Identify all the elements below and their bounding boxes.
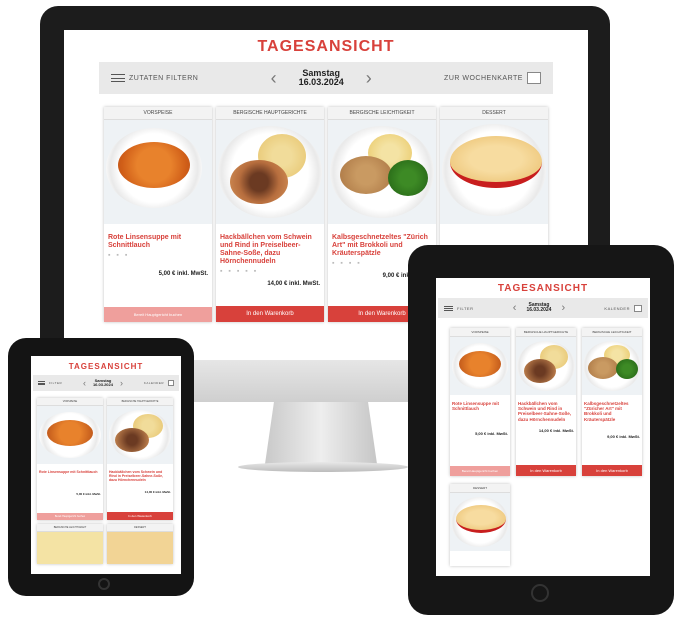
calendar-icon [526,72,541,84]
filter-label: FILTER [49,381,63,385]
dish-name: Hackbällchen vom Schwein und Rind in Pre… [109,470,164,483]
dish-image [440,120,548,224]
date-display: Samstag 16.03.2024 [298,68,344,88]
dish-image [37,406,103,464]
dish-image [107,406,173,464]
filter-icon [38,381,45,385]
filter-button[interactable]: FILTER [38,381,62,385]
prev-day-button[interactable]: ‹ [513,302,517,314]
dish-price: 14,00 € inkl. MwSt. [267,281,320,288]
next-day-button[interactable]: › [120,378,123,388]
date-value: 16.03.2024 [526,307,552,313]
date-value: 16.03.2024 [92,382,113,387]
allergen-icons: ▪ ▪ ▪ ▪ ▪ [220,268,259,276]
calendar-label: KALENDER [604,305,630,311]
dish-category: VORSPEISE [450,328,510,337]
dish-category: DESSERT [450,484,510,493]
dish-category: BERGISCHE HAUPTGERICHTE [216,107,324,120]
dish-category: DESSERT [107,524,173,532]
dish-name: Hackbällchen vom Schwein und Rind in Pre… [518,401,572,422]
dish-card: BERGISCHE HAUPTGERICHTE Hackbällchen vom… [216,107,324,322]
filter-bar: FILTER ‹ Samstag 16.03.2024 › KALENDER [33,375,179,391]
add-to-cart-button[interactable]: In den Warenkorb [582,465,642,476]
dish-card: BERGISCHE LEICHTIGKEIT [37,524,103,564]
date-display: Samstag 16.03.2024 [92,378,113,387]
filter-icon [111,74,125,82]
dish-image [450,493,510,551]
filter-button[interactable]: FILTER [444,305,474,311]
filter-label: FILTER [457,305,474,311]
prev-day-button[interactable]: ‹ [271,68,277,89]
dish-image [104,120,212,224]
add-to-cart-button[interactable]: In den Warenkorb [516,465,576,476]
dish-price: 9,00 € inkl. MwSt. [607,433,640,439]
page-title: TAGESANSICHT [257,38,395,55]
page-title: TAGESANSICHT [497,283,589,294]
dish-category: BERGISCHE LEICHTIGKEIT [328,107,436,120]
dish-card: VORSPEISE Rote Linsensuppe mit Schnittla… [104,107,212,322]
dish-category: BERGISCHE LEICHTIGKEIT [582,328,642,337]
dish-name: Rote Linsensuppe mit Schnittlauch [108,234,182,250]
dish-image [328,120,436,224]
date-value: 16.03.2024 [298,77,344,87]
dish-category: BERGISCHE HAUPTGERICHTE [516,328,576,337]
dish-category: BERGISCHE LEICHTIGKEIT [37,524,103,532]
dish-name: Rote Linsensuppe mit Schnittlauch [452,401,500,412]
dish-card: BERGISCHE HAUPTGERICHTE Hackbällchen vom… [107,398,173,520]
filter-bar: ZUTATEN FILTERN ‹ Samstag 16.03.2024 › ZU… [99,62,553,94]
filter-button[interactable]: ZUTATEN FILTERN [111,74,198,82]
book-main-button[interactable]: Bereit Hauptgericht buchen [37,513,103,520]
dish-card: VORSPEISE Rote Linsensuppe mit Schnittla… [450,328,510,476]
prev-day-button[interactable]: ‹ [83,378,86,388]
week-view-link[interactable]: ZUR WOCHENKARTE [444,72,541,84]
dish-card: VORSPEISE Rote Linsensuppe mit Schnittla… [37,398,103,520]
dish-image [107,532,173,564]
dish-price: 14,00 € inkl. MwSt. [538,427,574,433]
dish-image [450,337,510,395]
dish-category: VORSPEISE [37,398,103,406]
next-day-button[interactable]: › [366,68,372,89]
book-main-button[interactable]: Bereit Hauptgericht buchen [450,466,510,476]
dish-category: DESSERT [440,107,548,120]
dish-name: Hackbällchen vom Schwein und Rind in Pre… [220,234,312,266]
page-title: TAGESANSICHT [68,362,144,371]
monitor-foot [238,462,408,472]
dish-card: DESSERT [450,484,510,566]
calendar-link[interactable]: KALENDER [144,380,174,386]
dish-price: 5,00 € inkl. MwSt. [475,431,508,437]
tablet-home-button[interactable] [98,578,110,590]
date-display: Samstag 16.03.2024 [526,302,552,314]
dish-name: Rote Linsensuppe mit Schnittlauch [39,470,98,474]
dish-image [37,532,103,564]
monitor-stand [265,402,377,464]
week-link-label: ZUR WOCHENKARTE [444,74,523,82]
dish-card: DESSERT [107,524,173,564]
add-to-cart-button[interactable]: In den Warenkorb [216,306,324,322]
calendar-label: KALENDER [143,381,164,385]
dish-image [216,120,324,224]
book-main-button[interactable]: Bereit Hauptgericht buchen [104,307,212,322]
dish-image [516,337,576,395]
allergen-icons: ▪ ▪ ▪ [108,252,130,260]
filter-label: ZUTATEN FILTERN [129,74,199,82]
dish-name: Kalbsgeschnetzeltes "Züricher Art" mit B… [584,401,629,422]
add-to-cart-button[interactable]: In den Warenkorb [107,512,173,520]
dish-price: 5,00 € inkl. MwSt. [158,271,208,278]
ipad-home-button[interactable] [531,584,549,602]
next-day-button[interactable]: › [561,302,565,314]
dish-category: VORSPEISE [104,107,212,120]
filter-bar: FILTER ‹ Samstag 16.03.2024 › KALENDER [438,298,648,318]
dish-price: 14,00 € inkl. MwSt. [144,490,171,495]
dish-price: 5,00 € inkl. MwSt. [76,492,101,497]
dish-image [582,337,642,395]
dish-category: BERGISCHE HAUPTGERICHTE [107,398,173,406]
dish-card: BERGISCHE LEICHTIGKEIT Kalbsgeschnetzelt… [582,328,642,476]
calendar-icon [633,304,642,312]
filter-icon [444,305,453,311]
tablet-screen: TAGESANSICHT FILTER ‹ Samstag 16.03.2024 … [31,356,181,574]
dish-card: BERGISCHE HAUPTGERICHTE Hackbällchen vom… [516,328,576,476]
calendar-link[interactable]: KALENDER [604,304,642,312]
calendar-icon [167,380,174,386]
ipad-screen: TAGESANSICHT FILTER ‹ Samstag 16.03.2024 … [436,278,650,576]
